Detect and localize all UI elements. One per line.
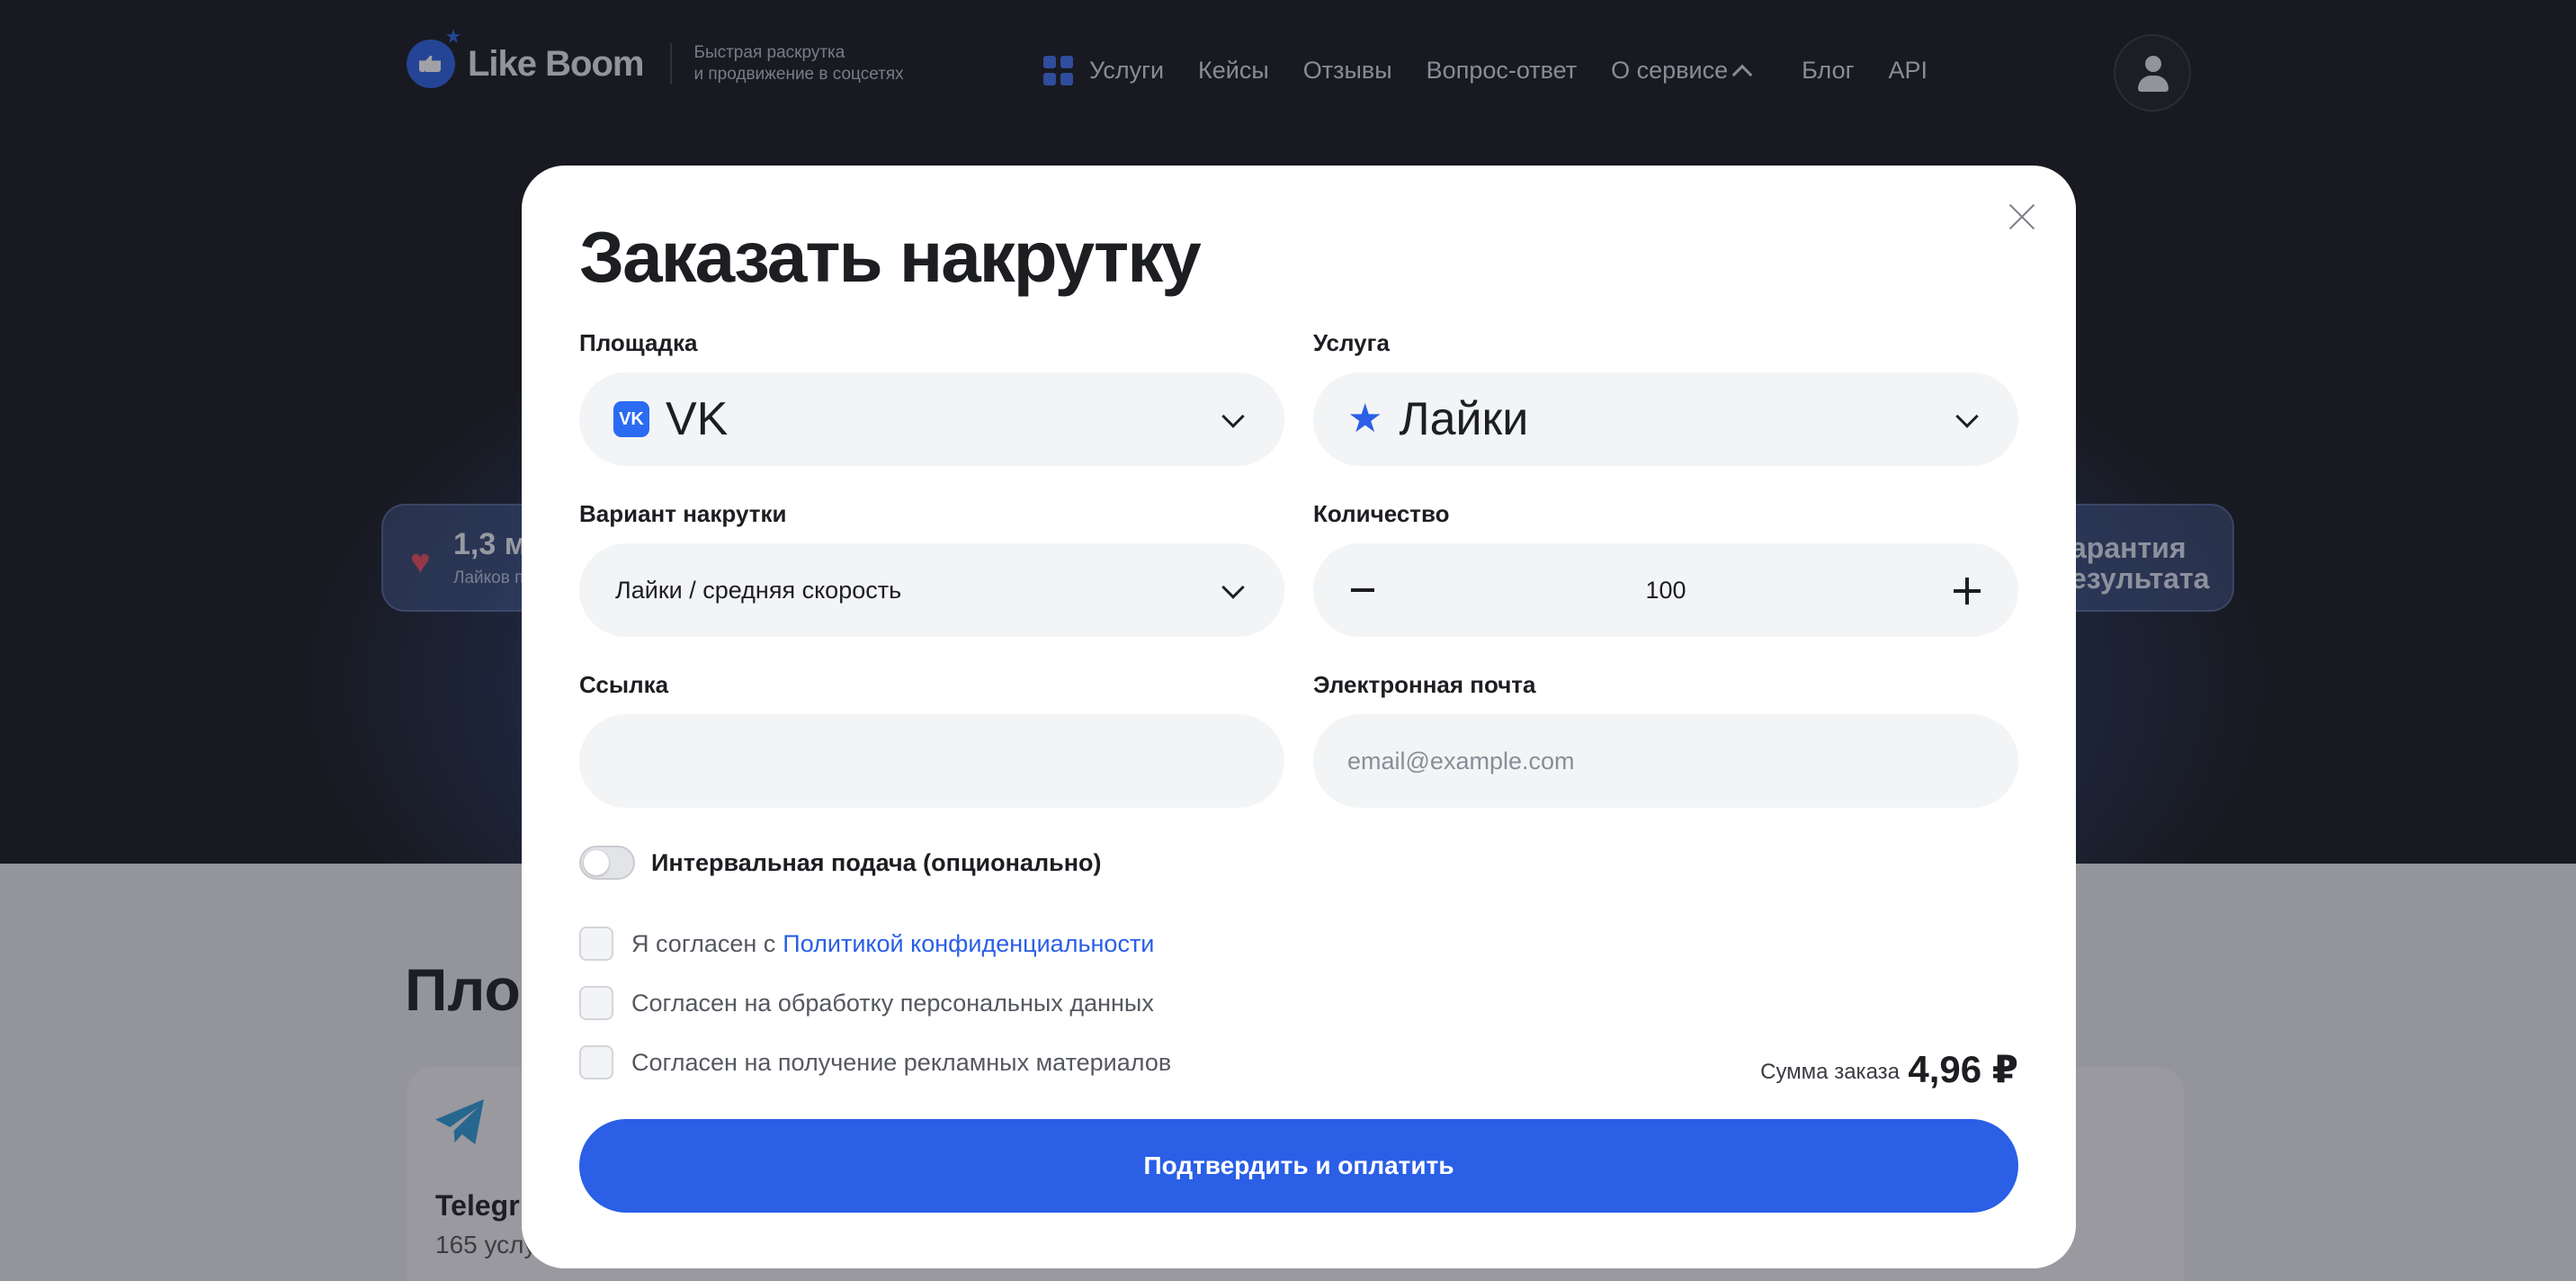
confirm-pay-button[interactable]: Подтвердить и оплатить bbox=[579, 1119, 2018, 1213]
marketing-checkbox[interactable] bbox=[579, 1045, 613, 1079]
service-select[interactable]: ★ Лайки bbox=[1313, 372, 2018, 466]
privacy-policy-link[interactable]: Политикой конфиденциальности bbox=[783, 930, 1154, 958]
chevron-down-icon bbox=[1221, 576, 1245, 599]
modal-title: Заказать накрутку bbox=[579, 217, 1202, 297]
platform-label: Площадка bbox=[579, 329, 698, 356]
order-total-value: 4,96 ₽ bbox=[1908, 1048, 2018, 1090]
star-icon: ★ bbox=[1347, 397, 1383, 441]
privacy-consent-text: Я согласен с bbox=[631, 929, 776, 957]
personal-data-consent-text: Согласен на обработку персональных данны… bbox=[631, 989, 1154, 1017]
chevron-down-icon bbox=[1221, 405, 1245, 428]
service-label: Услуга bbox=[1313, 329, 1390, 356]
personal-data-consent: Согласен на обработку персональных данны… bbox=[579, 986, 1154, 1020]
email-field bbox=[1313, 714, 2018, 808]
variant-label: Вариант накрутки bbox=[579, 500, 787, 527]
privacy-consent: Я согласен с Политикой конфиденциальност… bbox=[579, 927, 1154, 961]
email-input[interactable] bbox=[1313, 714, 2018, 808]
service-value: Лайки bbox=[1399, 393, 1529, 445]
privacy-checkbox[interactable] bbox=[579, 927, 613, 961]
interval-toggle[interactable] bbox=[579, 846, 635, 880]
minus-icon[interactable] bbox=[1351, 588, 1374, 592]
order-modal: Заказать накрутку Площадка VK VK Услуга … bbox=[522, 166, 2076, 1268]
marketing-consent: Согласен на получение рекламных материал… bbox=[579, 1045, 1171, 1079]
platform-value: VK bbox=[666, 393, 729, 445]
quantity-value[interactable]: 100 bbox=[1313, 577, 2018, 605]
link-label: Ссылка bbox=[579, 671, 669, 698]
plus-icon[interactable] bbox=[1954, 578, 1981, 605]
variant-select[interactable]: Лайки / средняя скорость bbox=[579, 543, 1284, 637]
quantity-stepper: 100 bbox=[1313, 543, 2018, 637]
platform-select[interactable]: VK VK bbox=[579, 372, 1284, 466]
email-label: Электронная почта bbox=[1313, 671, 1536, 698]
quantity-label: Количество bbox=[1313, 500, 1450, 527]
link-input[interactable] bbox=[579, 714, 1284, 808]
order-total-label: Сумма заказа bbox=[1760, 1060, 1900, 1084]
variant-value: Лайки / средняя скорость bbox=[615, 576, 902, 604]
close-icon[interactable] bbox=[2004, 198, 2040, 234]
marketing-consent-text: Согласен на получение рекламных материал… bbox=[631, 1048, 1172, 1076]
link-field bbox=[579, 714, 1284, 808]
vk-icon: VK bbox=[613, 401, 649, 437]
personal-data-checkbox[interactable] bbox=[579, 986, 613, 1020]
chevron-down-icon bbox=[1955, 405, 1979, 428]
interval-toggle-label: Интервальная подача (опционально) bbox=[651, 849, 1102, 876]
